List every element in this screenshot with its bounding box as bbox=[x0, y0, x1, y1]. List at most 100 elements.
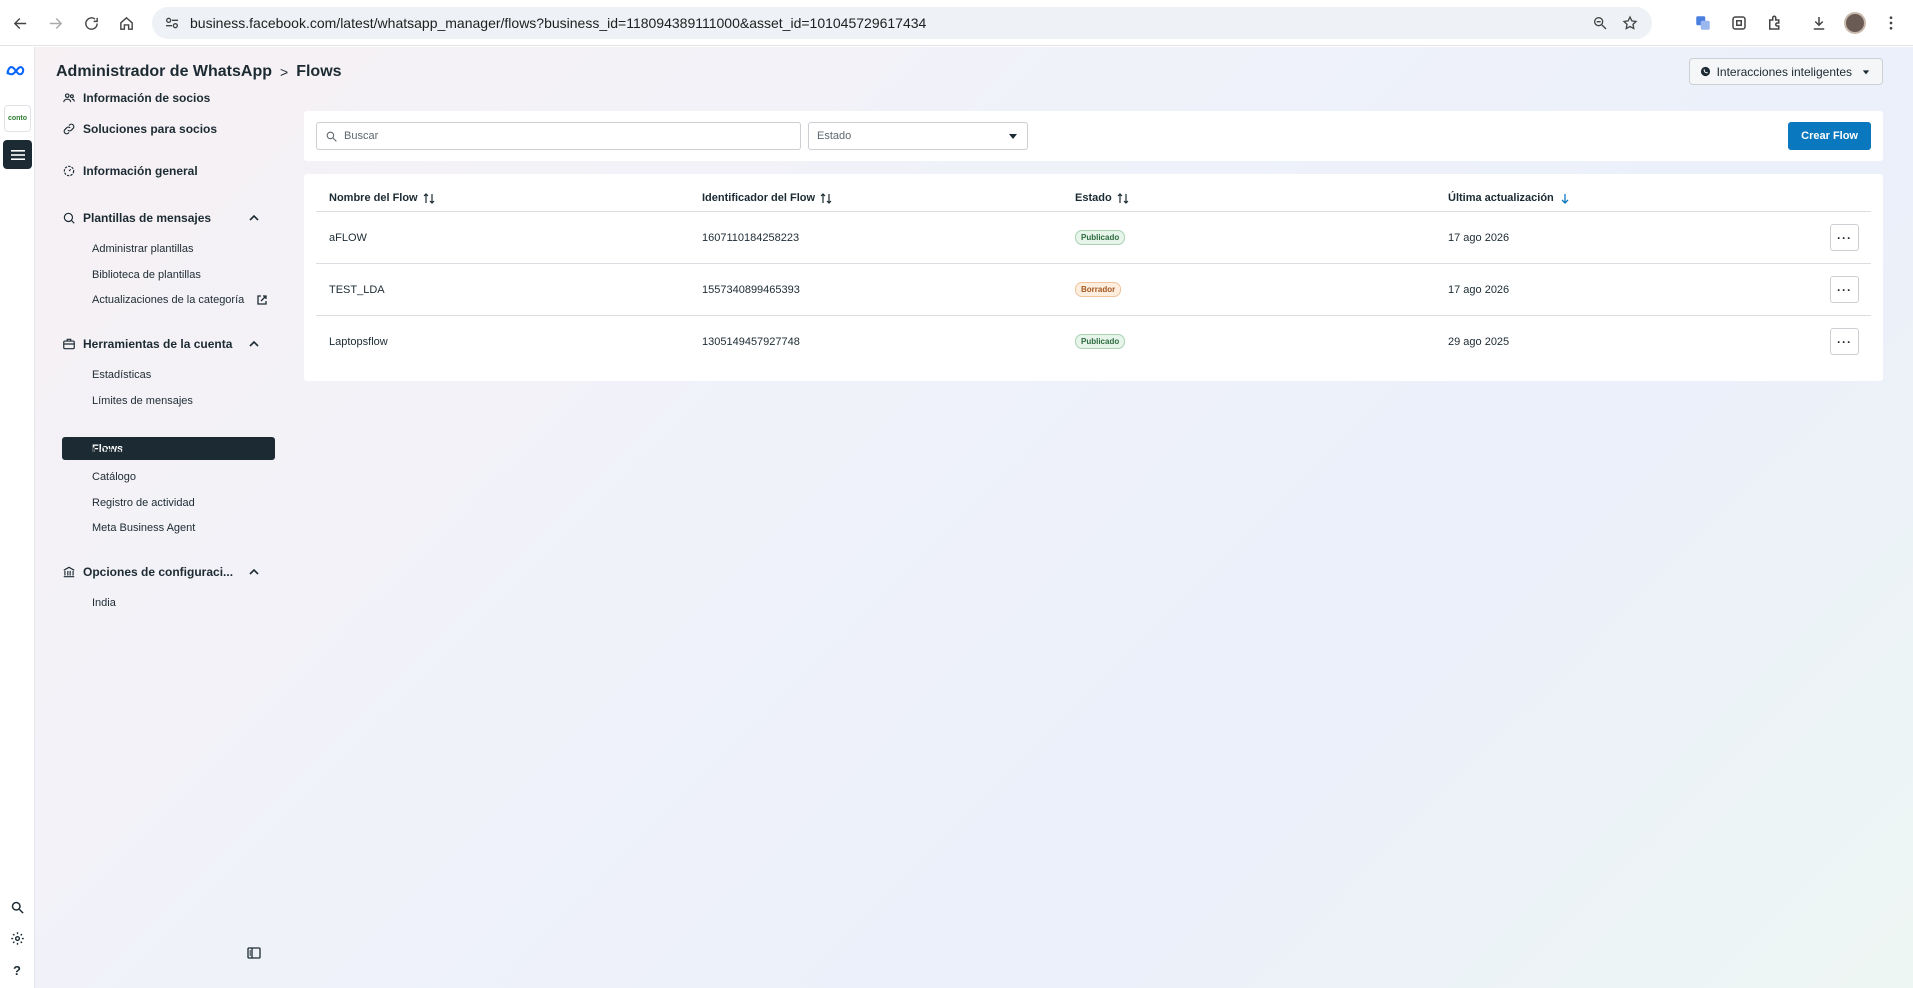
gauge-icon bbox=[63, 165, 75, 177]
search-icon bbox=[326, 131, 337, 142]
table-row[interactable]: aFLOW 1607110184258223 Publicado 17 ago … bbox=[316, 211, 1871, 263]
last-updated: 17 ago 2026 bbox=[1448, 284, 1510, 296]
help-icon[interactable]: ? bbox=[8, 961, 26, 979]
chat-search-icon bbox=[63, 212, 75, 224]
sidebar-item-label: Actualizaciones de la categoría bbox=[92, 294, 245, 306]
sidebar-item-india[interactable]: India bbox=[92, 597, 116, 609]
puzzle-extensions-icon[interactable] bbox=[1763, 11, 1787, 35]
sort-icon bbox=[423, 192, 435, 204]
zoom-icon[interactable] bbox=[1592, 15, 1608, 31]
address-bar[interactable]: business.facebook.com/latest/whatsapp_ma… bbox=[152, 7, 1652, 39]
forward-icon[interactable] bbox=[37, 5, 73, 41]
flows-table: Nombre del Flow Identificador del Flow E… bbox=[304, 174, 1883, 381]
chevron-down-icon bbox=[1862, 69, 1870, 74]
status-select[interactable]: Estado bbox=[808, 122, 1028, 150]
sidebar-item-label: Información general bbox=[83, 164, 198, 178]
sidebar-item-statistics[interactable]: Estadísticas bbox=[92, 369, 151, 381]
kebab-menu-icon[interactable] bbox=[1879, 11, 1903, 35]
sidebar-item-label: Límites de mensajes bbox=[92, 395, 193, 407]
reload-icon[interactable] bbox=[73, 5, 109, 41]
column-header-name[interactable]: Nombre del Flow bbox=[329, 192, 435, 204]
sidebar-item-phone-numbers[interactable]: Números de teléfono bbox=[92, 446, 194, 458]
gear-icon[interactable] bbox=[8, 929, 26, 947]
profile-avatar-icon[interactable] bbox=[1843, 11, 1867, 35]
briefcase-icon bbox=[63, 338, 75, 350]
chevron-up-icon[interactable] bbox=[248, 566, 260, 578]
sidebar-item-meta-business-agent[interactable]: Meta Business Agent bbox=[92, 522, 195, 534]
collapse-sidebar-icon[interactable] bbox=[247, 947, 261, 959]
sidebar-item-catalog[interactable]: Catálogo bbox=[92, 471, 136, 483]
download-icon[interactable] bbox=[1807, 11, 1831, 35]
sidebar-item-category-updates[interactable]: Actualizaciones de la categoría bbox=[92, 294, 268, 306]
sidebar-item-label: Meta Business Agent bbox=[92, 522, 196, 534]
sidebar-item-partner-solutions[interactable]: Soluciones para socios bbox=[62, 122, 217, 136]
app-area: conto ? Administrador de WhatsApp > Flow… bbox=[0, 47, 1913, 988]
left-rail: conto ? bbox=[0, 47, 35, 988]
flow-id: 1607110184258223 bbox=[702, 232, 800, 244]
more-options-button[interactable]: ··· bbox=[1830, 276, 1859, 303]
sidebar-item-label: Biblioteca de plantillas bbox=[92, 269, 201, 281]
flow-name[interactable]: Laptopsflow bbox=[329, 336, 388, 348]
sidebar-item-label: Números de teléfono bbox=[92, 446, 195, 458]
status-placeholder: Estado bbox=[817, 130, 852, 142]
status-badge: Borrador bbox=[1075, 282, 1122, 297]
sort-icon bbox=[820, 192, 832, 204]
sidebar-item-overview[interactable]: Información general bbox=[62, 164, 198, 178]
translate-extension-icon[interactable] bbox=[1691, 11, 1715, 35]
more-options-button[interactable]: ··· bbox=[1830, 328, 1859, 355]
last-updated: 17 ago 2026 bbox=[1448, 232, 1510, 244]
flow-id: 1305149457927748 bbox=[702, 336, 800, 348]
sidebar-item-template-library[interactable]: Biblioteca de plantillas bbox=[92, 269, 201, 281]
sidebar-item-activity-log[interactable]: Registro de actividad bbox=[92, 497, 195, 509]
status-badge: Publicado bbox=[1075, 334, 1126, 349]
create-flow-button[interactable]: Crear Flow bbox=[1788, 122, 1871, 150]
bookmark-star-icon[interactable] bbox=[1622, 15, 1638, 31]
people-icon bbox=[63, 93, 75, 103]
sort-descending-icon bbox=[1561, 193, 1569, 204]
smart-interactions-button[interactable]: Interacciones inteligentes bbox=[1688, 58, 1883, 85]
breadcrumb-app-title[interactable]: Administrador de WhatsApp bbox=[56, 63, 272, 81]
more-options-button[interactable]: ··· bbox=[1830, 224, 1859, 251]
filter-bar: Buscar Estado Crear Flow bbox=[304, 111, 1883, 161]
home-icon[interactable] bbox=[108, 5, 144, 41]
sidebar-item-manage-templates[interactable]: Administrar plantillas bbox=[92, 243, 193, 255]
sidebar-section-account-tools[interactable]: Herramientas de la cuenta bbox=[62, 337, 232, 351]
flow-name[interactable]: aFLOW bbox=[329, 232, 367, 244]
sidebar-section-templates[interactable]: Plantillas de mensajes bbox=[62, 211, 211, 225]
site-settings-icon[interactable] bbox=[164, 15, 180, 31]
link-icon bbox=[63, 123, 75, 135]
search-icon[interactable] bbox=[8, 898, 26, 916]
back-icon[interactable] bbox=[2, 5, 38, 41]
column-header-status[interactable]: Estado bbox=[1075, 192, 1129, 204]
sidebar-item-label: Soluciones para socios bbox=[83, 122, 218, 136]
column-header-label: Nombre del Flow bbox=[329, 192, 418, 204]
hamburger-menu-icon[interactable] bbox=[3, 140, 32, 169]
caret-down-icon bbox=[1009, 134, 1017, 139]
business-logo[interactable]: conto bbox=[4, 105, 31, 132]
business-logo-text: conto bbox=[7, 115, 28, 122]
sidebar-item-message-limits[interactable]: Límites de mensajes bbox=[92, 395, 193, 407]
more-icon: ··· bbox=[1837, 230, 1852, 245]
column-header-updated[interactable]: Última actualización bbox=[1448, 192, 1571, 204]
extension-icon[interactable] bbox=[1727, 11, 1751, 35]
table-row[interactable]: Laptopsflow 1305149457927748 Publicado 2… bbox=[316, 315, 1871, 367]
sidebar-section-label: Opciones de configuraci... bbox=[83, 565, 234, 579]
sidebar-item-label: Administrar plantillas bbox=[92, 243, 194, 255]
sort-icon bbox=[1117, 192, 1129, 204]
search-input[interactable]: Buscar bbox=[316, 122, 801, 150]
sidebar-item-label: India bbox=[92, 597, 116, 609]
sidebar-section-config[interactable]: Opciones de configuraci... bbox=[62, 565, 233, 579]
breadcrumb-separator: > bbox=[280, 64, 289, 80]
column-header-id[interactable]: Identificador del Flow bbox=[702, 192, 832, 204]
table-row[interactable]: TEST_LDA 1557340899465393 Borrador 17 ag… bbox=[316, 263, 1871, 315]
last-updated: 29 ago 2025 bbox=[1448, 336, 1510, 348]
sidebar-item-partners-info[interactable]: Información de socios bbox=[62, 91, 210, 105]
flow-name[interactable]: TEST_LDA bbox=[329, 284, 385, 296]
chevron-up-icon[interactable] bbox=[248, 338, 260, 350]
sidebar-item-label: Catálogo bbox=[92, 471, 137, 483]
meta-logo-icon[interactable] bbox=[5, 64, 31, 78]
page-title: Flows bbox=[296, 63, 342, 80]
url-text[interactable]: business.facebook.com/latest/whatsapp_ma… bbox=[190, 15, 926, 31]
chevron-up-icon[interactable] bbox=[248, 212, 260, 224]
sidebar-section-label: Plantillas de mensajes bbox=[83, 211, 212, 225]
